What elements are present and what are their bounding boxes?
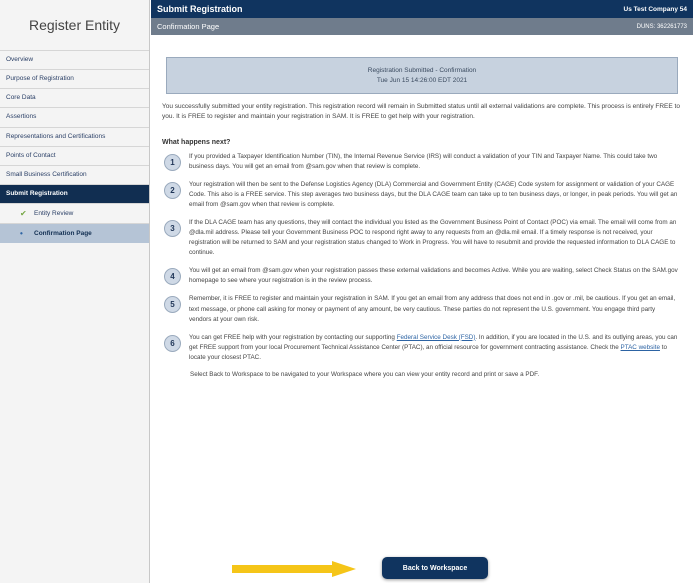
step-text: Your registration will then be sent to t… xyxy=(189,180,678,209)
subheader-bar: Confirmation Page DUNS: 362261773 xyxy=(151,18,693,35)
step-text: Remember, it is FREE to register and mai… xyxy=(189,295,676,323)
step-text-part: You can get FREE help with your registra… xyxy=(189,333,397,341)
sidebar-title: Register Entity xyxy=(28,17,121,33)
check-icon: ✔ xyxy=(20,209,27,218)
page-title: Submit Registration xyxy=(157,4,243,14)
main-content: Registration Submitted - Confirmation Tu… xyxy=(162,55,682,579)
header-bar: Submit Registration Us Test Company 54 xyxy=(151,0,693,18)
intro-text: You successfully submitted your entity r… xyxy=(162,103,680,121)
page-subtitle: Confirmation Page xyxy=(157,22,220,31)
sidebar-item-submit-registration[interactable]: Submit Registration xyxy=(0,183,149,203)
step-number-badge: 2 xyxy=(164,181,181,199)
bullet-icon: • xyxy=(20,229,23,238)
sidebar-item-points-of-contact[interactable]: Points of Contact xyxy=(0,145,149,165)
step-item: 1 If you provided a Taxpayer Identificat… xyxy=(162,152,682,172)
step-number-badge: 4 xyxy=(164,268,181,286)
sidebar-item-purpose[interactable]: Purpose of Registration xyxy=(0,69,149,88)
arrow-right-icon xyxy=(232,561,356,577)
section-heading: What happens next? xyxy=(162,138,231,146)
step-item: 6 You can get FREE help with your regist… xyxy=(162,333,682,363)
sidebar: Register Entity Overview Purpose of Regi… xyxy=(0,0,150,583)
sidebar-subitem-label: Entity Review xyxy=(34,210,74,217)
sidebar-subitem-label: Confirmation Page xyxy=(34,230,92,237)
sidebar-item-core-data[interactable]: Core Data xyxy=(0,88,149,107)
banner-date: Tue Jun 15 14:26:00 EDT 2021 xyxy=(376,77,468,84)
step-text: If you provided a Taxpayer Identificatio… xyxy=(189,152,658,170)
sidebar-item-overview[interactable]: Overview xyxy=(0,50,149,69)
company-name: Us Test Company 54 xyxy=(623,5,687,13)
back-to-workspace-button[interactable]: Back to Workspace xyxy=(382,557,488,579)
step-text: You can get FREE help with your registra… xyxy=(189,333,679,363)
step-number-badge: 5 xyxy=(164,296,181,314)
duns-number: DUNS: 362261773 xyxy=(636,23,687,30)
banner-title: Registration Submitted - Confirmation xyxy=(367,67,477,74)
step-number-badge: 1 xyxy=(164,153,181,171)
confirmation-banner: Registration Submitted - Confirmation Tu… xyxy=(166,57,678,94)
step-number-badge: 3 xyxy=(164,220,181,238)
step-item: 5 Remember, it is FREE to register and m… xyxy=(162,294,682,324)
sidebar-item-reps-certs[interactable]: Representations and Certifications xyxy=(0,126,149,146)
step-number-badge: 6 xyxy=(164,334,181,352)
closing-text: Select Back to Workspace to be navigated… xyxy=(190,370,540,378)
sidebar-item-assertions[interactable]: Assertions xyxy=(0,107,149,126)
header: Submit Registration Us Test Company 54 C… xyxy=(151,0,693,35)
step-item: 2 Your registration will then be sent to… xyxy=(162,180,682,210)
step-item: 4 You will get an email from @sam.gov wh… xyxy=(162,266,682,286)
workspace-row: Back to Workspace xyxy=(162,555,682,583)
step-text: You will get an email from @sam.gov when… xyxy=(189,267,678,285)
sidebar-subitem-entity-review[interactable]: ✔ Entity Review xyxy=(0,203,149,223)
fsd-link[interactable]: Federal Service Desk (FSD) xyxy=(397,334,476,341)
step-text: If the DLA CAGE team has any questions, … xyxy=(189,219,677,257)
ptac-link[interactable]: PTAC website xyxy=(621,344,660,351)
sidebar-nav: Overview Purpose of Registration Core Da… xyxy=(0,50,149,243)
steps-list: 1 If you provided a Taxpayer Identificat… xyxy=(162,152,682,363)
sidebar-item-small-business[interactable]: Small Business Certification xyxy=(0,164,149,184)
step-item: 3 If the DLA CAGE team has any questions… xyxy=(162,218,682,258)
sidebar-subitem-confirmation-page[interactable]: • Confirmation Page xyxy=(0,223,149,243)
